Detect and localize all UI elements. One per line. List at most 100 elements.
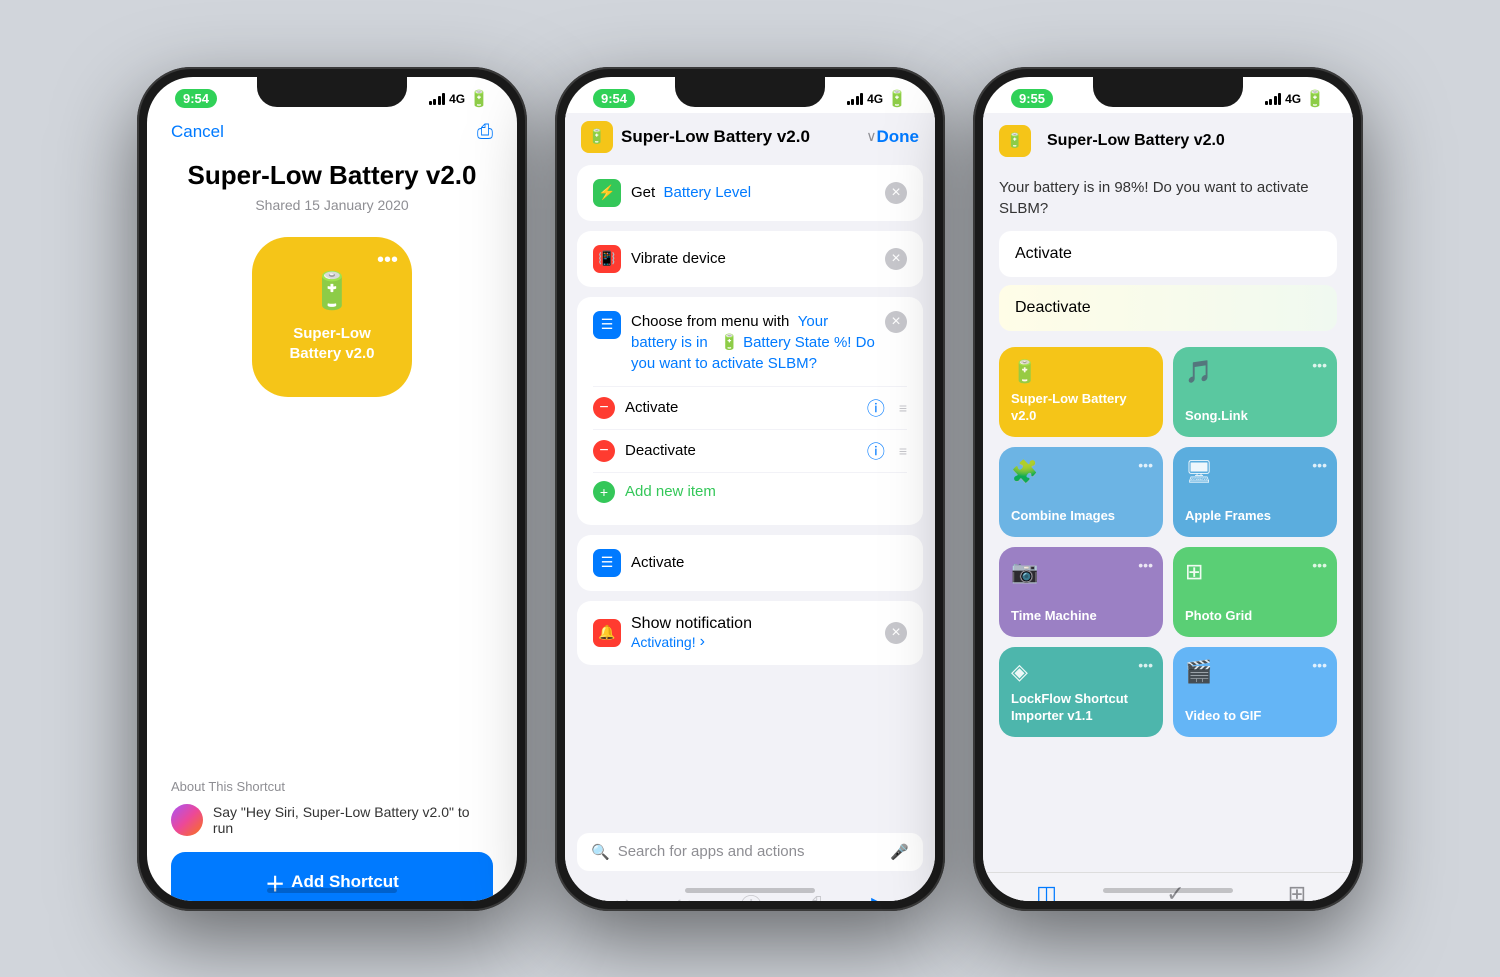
more-dots-icon[interactable]: ••• <box>377 249 398 272</box>
cell-icon-4: 📷 <box>1011 559 1151 585</box>
shortcuts-grid-section: 🔋 Super-Low Battery v2.0 ••• 🎵 Song.Link… <box>983 339 1353 872</box>
cell-dots-2[interactable]: ••• <box>1138 457 1153 473</box>
remove-get-button[interactable]: × <box>885 182 907 204</box>
shortcut-cell-1[interactable]: ••• 🎵 Song.Link <box>1173 347 1337 437</box>
action-get-label: Get Battery Level <box>631 184 875 201</box>
phone-3-screen: 9:55 4G 🔋 🔋 Super-Low Batter <box>983 77 1353 901</box>
gallery-tab-icon: ⊞ <box>1288 881 1306 901</box>
signal-icon-1 <box>429 93 446 105</box>
status-right-1: 4G 🔋 <box>429 89 489 109</box>
cell-label-5: Photo Grid <box>1185 608 1325 625</box>
done-button[interactable]: Done <box>877 127 920 147</box>
shortcut-icon-large: ••• 🔋 Super-Low Battery v2.0 <box>252 237 412 397</box>
option-deactivate[interactable]: Deactivate <box>999 285 1337 331</box>
cell-icon-5: ⊞ <box>1185 559 1325 585</box>
notification-value[interactable]: Activating! › <box>631 633 875 651</box>
dialog-overlay: 🔋 Super-Low Battery v2.0 Your battery is… <box>983 113 1353 339</box>
cell-label-0: Super-Low Battery v2.0 <box>1011 391 1151 425</box>
notch-2 <box>675 77 825 107</box>
remove-notification-button[interactable]: × <box>885 622 907 644</box>
share-toolbar-button[interactable]: ⎙ <box>808 892 826 901</box>
play-button[interactable]: ▶ <box>871 892 888 901</box>
cell-dots-6[interactable]: ••• <box>1138 657 1153 673</box>
phone-2: 9:54 4G 🔋 🔋 Super-Low Battery v2.0 <box>555 67 945 911</box>
notch-1 <box>257 77 407 107</box>
action-icon-blue-menu: ☰ <box>593 311 621 339</box>
battery-icon-2: 🔋 <box>887 89 907 109</box>
shortcut-cell-4[interactable]: ••• 📷 Time Machine <box>999 547 1163 637</box>
cell-icon-2: 🧩 <box>1011 459 1151 485</box>
shortcut-cell-0[interactable]: 🔋 Super-Low Battery v2.0 <box>999 347 1163 437</box>
status-right-3: 4G 🔋 <box>1265 89 1325 109</box>
search-bar[interactable]: 🔍 Search for apps and actions 🎤 <box>577 833 923 871</box>
cell-label-2: Combine Images <box>1011 508 1151 525</box>
shortcut-cell-5[interactable]: ••• ⊞ Photo Grid <box>1173 547 1337 637</box>
redo-button[interactable]: ↪ <box>676 892 694 901</box>
notification-content: Show notification Activating! › <box>631 615 875 651</box>
add-shortcut-button[interactable]: ＋ Add Shortcut <box>171 852 493 901</box>
info-deactivate-icon[interactable]: ⓘ <box>867 438 885 464</box>
dialog-header: 🔋 Super-Low Battery v2.0 <box>999 117 1337 165</box>
remove-deactivate-button[interactable]: − <box>593 440 615 462</box>
battery-icon-3: 🔋 <box>1305 89 1325 109</box>
share-button[interactable]: ⎙ <box>477 121 493 144</box>
menu-header: ☰ Choose from menu with Your battery is … <box>593 311 907 374</box>
cell-dots-4[interactable]: ••• <box>1138 557 1153 573</box>
home-indicator-3 <box>1103 888 1233 893</box>
mic-icon[interactable]: 🎤 <box>890 843 909 861</box>
battery-icon-large: 🔋 <box>310 270 355 312</box>
shortcut-cell-7[interactable]: ••• 🎬 Video to GIF <box>1173 647 1337 737</box>
cell-icon-0: 🔋 <box>1011 359 1151 385</box>
shortcut-cell-2[interactable]: ••• 🧩 Combine Images <box>999 447 1163 537</box>
editor-shortcut-icon: 🔋 <box>581 121 613 153</box>
drag-deactivate-handle[interactable]: ≡ <box>899 443 907 459</box>
cell-dots-3[interactable]: ••• <box>1312 457 1327 473</box>
cell-icon-7: 🎬 <box>1185 659 1325 685</box>
action-icon-blue-activate: ☰ <box>593 549 621 577</box>
phone-1-screen: 9:54 4G 🔋 Cancel ⎙ S <box>147 77 517 901</box>
info-activate-icon[interactable]: ⓘ <box>867 395 885 421</box>
remove-vibrate-button[interactable]: × <box>885 248 907 270</box>
remove-menu-button[interactable]: × <box>885 311 907 333</box>
actions-scroll: ⚡ Get Battery Level × 📳 Vibrate device × <box>565 165 935 825</box>
menu-item-add-new: + Add new item <box>593 472 907 511</box>
shortcuts-tab-icon: ◫ <box>1036 881 1057 901</box>
tab-shortcuts[interactable]: ◫ Shortcuts <box>1023 881 1070 901</box>
action-vibrate-label: Vibrate device <box>631 250 875 267</box>
shortcut-cell-6[interactable]: ••• ◈ LockFlow Shortcut Importer v1.1 <box>999 647 1163 737</box>
undo-button[interactable]: ↩ <box>612 892 630 901</box>
option-activate[interactable]: Activate <box>999 231 1337 277</box>
cancel-button[interactable]: Cancel <box>171 122 224 142</box>
siri-row: Say "Hey Siri, Super-Low Battery v2.0" t… <box>171 804 493 836</box>
remove-activate-button[interactable]: − <box>593 397 615 419</box>
drag-activate-handle[interactable]: ≡ <box>899 400 907 416</box>
status-time-1: 9:54 <box>175 89 217 108</box>
action-get-battery: ⚡ Get Battery Level × <box>577 165 923 221</box>
editor-title: Super-Low Battery v2.0 <box>621 127 864 147</box>
shortcut-cell-3[interactable]: ••• 🖥 Apple Frames <box>1173 447 1337 537</box>
shortcut-title: Super-Low Battery v2.0 <box>147 160 517 191</box>
add-new-item-label: Add new item <box>625 483 716 500</box>
dialog-message: Your battery is in 98%! Do you want to a… <box>999 177 1337 219</box>
network-label-2: 4G <box>867 92 883 106</box>
cell-dots-1[interactable]: ••• <box>1312 357 1327 373</box>
cell-label-4: Time Machine <box>1011 608 1151 625</box>
shared-date: Shared 15 January 2020 <box>147 197 517 213</box>
cell-dots-5[interactable]: ••• <box>1312 557 1327 573</box>
chevron-down-icon[interactable]: ∨ <box>866 128 876 145</box>
phone3-content: 🔋 Super-Low Battery v2.0 Your battery is… <box>983 113 1353 901</box>
dialog-shortcut-icon: 🔋 <box>999 125 1031 157</box>
tab-gallery[interactable]: ⊞ Gallery <box>1281 881 1313 901</box>
action-vibrate: 📳 Vibrate device × <box>577 231 923 287</box>
action-icon-red-vibrate: 📳 <box>593 245 621 273</box>
siri-hint: Say "Hey Siri, Super-Low Battery v2.0" t… <box>213 804 493 836</box>
add-new-item-button[interactable]: + <box>593 481 615 503</box>
action-notification: 🔔 Show notification Activating! › × <box>577 601 923 665</box>
status-time-2: 9:54 <box>593 89 635 108</box>
battery-level-link[interactable]: Battery Level <box>664 184 752 201</box>
menu-item-activate-label: Activate <box>625 399 857 416</box>
menu-item-deactivate-label: Deactivate <box>625 442 857 459</box>
cell-dots-7[interactable]: ••• <box>1312 657 1327 673</box>
action-activate: ☰ Activate <box>577 535 923 591</box>
home-indicator-2 <box>685 888 815 893</box>
